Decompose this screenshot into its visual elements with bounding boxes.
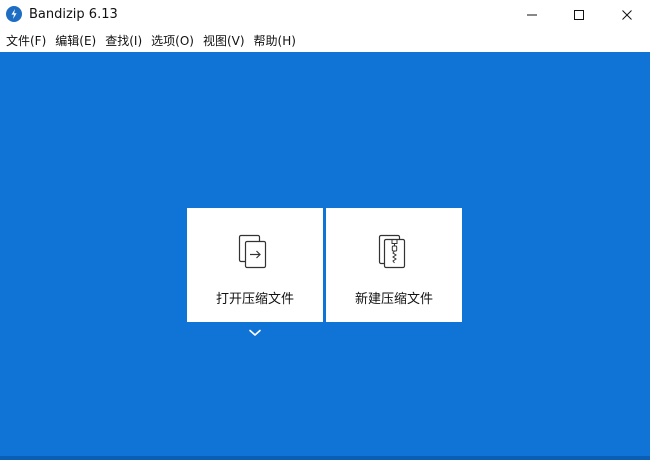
- menu-help[interactable]: 帮助(H): [251, 30, 299, 52]
- menu-edit[interactable]: 编辑(E): [52, 30, 99, 52]
- status-strip: [0, 456, 650, 460]
- bandizip-logo-icon: [6, 6, 22, 22]
- open-archive-icon: [238, 234, 267, 269]
- close-icon: [622, 10, 632, 20]
- main-area: [0, 52, 650, 456]
- minimize-icon: [527, 14, 537, 16]
- maximize-icon: [574, 10, 584, 20]
- new-archive-label: 新建压缩文件: [354, 292, 433, 307]
- menu-find[interactable]: 查找(I): [102, 30, 145, 52]
- minimize-button[interactable]: [509, 0, 555, 30]
- open-archive-label: 打开压缩文件: [215, 292, 294, 307]
- open-archive-button[interactable]: 打开压缩文件: [187, 208, 323, 322]
- menu-view[interactable]: 视图(V): [200, 30, 248, 52]
- menu-file[interactable]: 文件(F): [3, 30, 49, 52]
- menu-bar: 文件(F) 编辑(E) 查找(I) 选项(O) 视图(V) 帮助(H): [0, 30, 650, 52]
- maximize-button[interactable]: [556, 0, 602, 30]
- menu-options[interactable]: 选项(O): [148, 30, 197, 52]
- new-archive-icon: [378, 234, 406, 269]
- close-button[interactable]: [604, 0, 650, 30]
- window-title: Bandizip 6.13: [29, 7, 118, 22]
- title-bar: Bandizip 6.13: [0, 0, 650, 30]
- chevron-down-icon[interactable]: [248, 328, 262, 338]
- new-archive-button[interactable]: 新建压缩文件: [326, 208, 462, 322]
